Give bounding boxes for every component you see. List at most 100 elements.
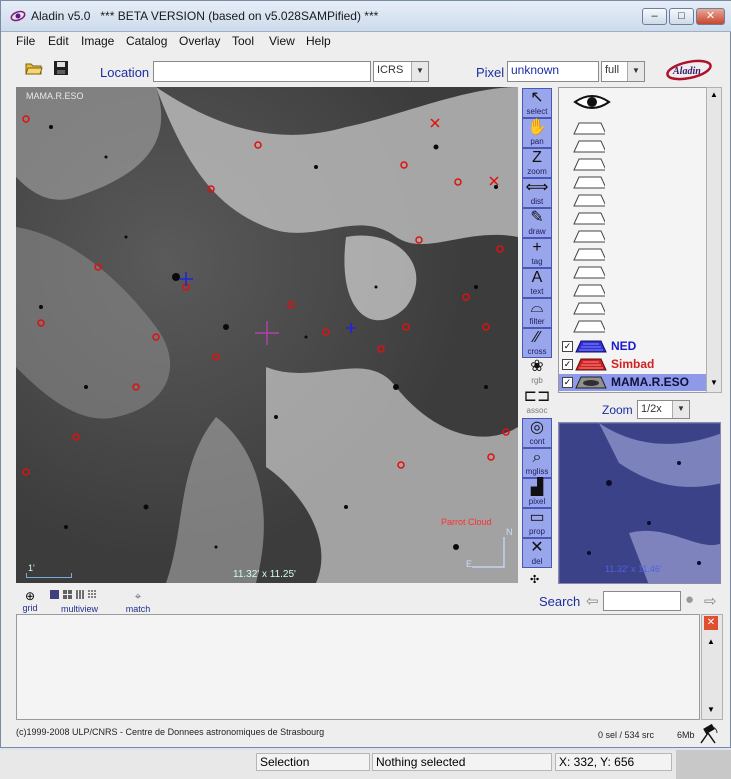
app-title: Aladin v5.0 (31, 9, 91, 23)
layer-row-simbad[interactable]: ✓ Simbad (559, 356, 719, 373)
empty-plane-icon[interactable] (573, 230, 605, 243)
tool-filter-button[interactable]: ⌓ filter (522, 298, 552, 328)
scale-bar (26, 573, 72, 578)
tool-mgliss-icon: ⌕ (532, 449, 542, 466)
search-next-icon[interactable]: ⇨ (704, 592, 717, 610)
menu-view[interactable]: View (269, 34, 295, 48)
sky-image-canvas[interactable] (16, 87, 518, 583)
minimize-button[interactable]: – (642, 8, 667, 25)
console-scrollbar[interactable]: ✕ ▲ ▼ (701, 614, 723, 720)
tool-cross-button[interactable]: ⁄⁄ cross (522, 328, 552, 358)
pixel-value-field: unknown (507, 61, 599, 82)
frame-value: ICRS (377, 64, 404, 76)
empty-plane-icon[interactable] (573, 248, 605, 261)
tool-zoom-button[interactable]: Zzoom (522, 148, 552, 178)
open-folder-icon[interactable] (25, 60, 43, 76)
tool-pan-label: pan (530, 137, 544, 146)
tool-del-button[interactable]: ✕ del (522, 538, 552, 568)
chevron-down-icon: ▼ (672, 401, 689, 418)
close-button[interactable]: ✕ (696, 8, 725, 25)
menu-overlay[interactable]: Overlay (179, 34, 220, 48)
menu-catalog[interactable]: Catalog (126, 34, 167, 48)
close-console-icon[interactable]: ✕ (704, 616, 718, 630)
location-input[interactable] (153, 61, 371, 82)
tool-select-icon: ↖ (530, 89, 544, 106)
zoom-select[interactable]: 1/2x ▼ (637, 400, 690, 419)
menu-help[interactable]: Help (306, 34, 331, 48)
layer-stack-scrollbar[interactable]: ▲ ▼ (706, 87, 722, 393)
menu-edit[interactable]: Edit (48, 34, 69, 48)
tool-pixel-button[interactable]: ▟ pixel (522, 478, 552, 508)
move-handle-icon[interactable]: ✣ (530, 573, 539, 586)
layer-stack: ✓ NED ✓ Simbad ✓ MAMA.R.ESO (558, 87, 720, 393)
empty-plane-icon[interactable] (573, 212, 605, 225)
search-prev-icon[interactable]: ⇦ (586, 592, 599, 610)
window-title: Aladin v5.0 *** BETA VERSION (based on v… (31, 9, 378, 23)
layer-row-mama[interactable]: ✓ MAMA.R.ESO (559, 374, 719, 391)
empty-plane-icon[interactable] (573, 320, 605, 333)
search-label: Search (539, 594, 581, 609)
memory-usage: 6Mb (677, 730, 695, 740)
empty-plane-icon[interactable] (573, 122, 605, 135)
empty-plane-icon[interactable] (573, 284, 605, 297)
zoom-overview-canvas[interactable] (559, 423, 721, 584)
eye-icon[interactable] (573, 92, 611, 112)
tool-rgb-button[interactable]: ❀ rgb (522, 358, 552, 388)
multiview-selector[interactable]: multiview (49, 589, 109, 614)
tool-prop-button[interactable]: ▭ prop (522, 508, 552, 538)
tool-tag-button[interactable]: + tag (522, 238, 552, 268)
pixel-mode-value: full (605, 64, 620, 76)
tool-pan-button[interactable]: ✋ pan (522, 118, 552, 148)
zoom-value: 1/2x (641, 403, 662, 415)
empty-plane-icon[interactable] (573, 194, 605, 207)
tool-filter-label: filter (529, 317, 545, 326)
cds-aladin-logo: Aladin (666, 59, 712, 81)
sky-image-view[interactable]: MAMA.R.ESO 1' 11.32' x 11.25' Parrot Clo… (16, 87, 518, 583)
search-input[interactable] (603, 591, 681, 611)
tool-text-button[interactable]: Atext (522, 268, 552, 298)
scroll-down-icon[interactable]: ▼ (710, 378, 718, 387)
empty-plane-icon[interactable] (573, 158, 605, 171)
crosshair-icon: ⌖ (134, 589, 142, 603)
pixel-mode-select[interactable]: full ▼ (601, 61, 645, 82)
zoom-overview[interactable]: 11.32' x 11.46' (558, 422, 721, 584)
north-label: N (506, 527, 513, 537)
scroll-up-icon[interactable]: ▲ (707, 637, 715, 646)
empty-plane-icon[interactable] (573, 266, 605, 279)
tool-prop-icon: ▭ (529, 509, 545, 526)
grid-toggle[interactable]: ⊕ grid (19, 589, 41, 613)
empty-plane-icon[interactable] (573, 302, 605, 315)
empty-plane-icon[interactable] (573, 176, 605, 189)
menu-file[interactable]: File (16, 34, 35, 48)
empty-plane-icon[interactable] (573, 140, 605, 153)
layer-checkbox[interactable]: ✓ (562, 341, 573, 352)
layer-row-ned[interactable]: ✓ NED (559, 338, 719, 355)
layer-checkbox[interactable]: ✓ (562, 359, 573, 370)
save-disk-icon[interactable] (53, 60, 69, 76)
console-panel[interactable] (16, 614, 700, 720)
tool-cross-icon: ⁄⁄ (534, 329, 540, 346)
tool-panel: ↖ select ✋ pan Zzoom ⟺ dist ✎ draw + tag Atext ⌓ filt… (521, 87, 555, 587)
frame-select[interactable]: ICRS ▼ (373, 61, 429, 82)
scroll-down-icon[interactable]: ▼ (707, 705, 715, 714)
tool-mgliss-button[interactable]: ⌕ mgliss (522, 448, 552, 478)
tool-cont-button[interactable]: ◎ cont (522, 418, 552, 448)
layer-checkbox[interactable]: ✓ (562, 377, 573, 388)
scroll-up-icon[interactable]: ▲ (710, 90, 718, 99)
maximize-button[interactable]: □ (669, 8, 694, 25)
parrot-cloud-annotation: Parrot Cloud (441, 517, 492, 527)
tool-assoc-button[interactable]: ⊏⊐ assoc (522, 388, 552, 418)
fov-label: 11.32' x 11.25' (233, 569, 296, 580)
menu-image[interactable]: Image (81, 34, 114, 48)
tool-select-button[interactable]: ↖ select (522, 88, 552, 118)
menu-tool[interactable]: Tool (232, 34, 254, 48)
copyright-text: (c)1999-2008 ULP/CNRS - Centre de Donnee… (16, 727, 325, 737)
tool-del-icon: ✕ (530, 539, 544, 556)
tool-dist-button[interactable]: ⟺ dist (522, 178, 552, 208)
tool-text-label: text (530, 287, 544, 296)
tool-draw-button[interactable]: ✎ draw (522, 208, 552, 238)
telescope-icon[interactable] (698, 723, 720, 745)
match-button[interactable]: ⌖ match (121, 589, 155, 614)
tool-assoc-label: assoc (526, 406, 548, 415)
search-clear-icon[interactable]: ● (685, 591, 694, 608)
